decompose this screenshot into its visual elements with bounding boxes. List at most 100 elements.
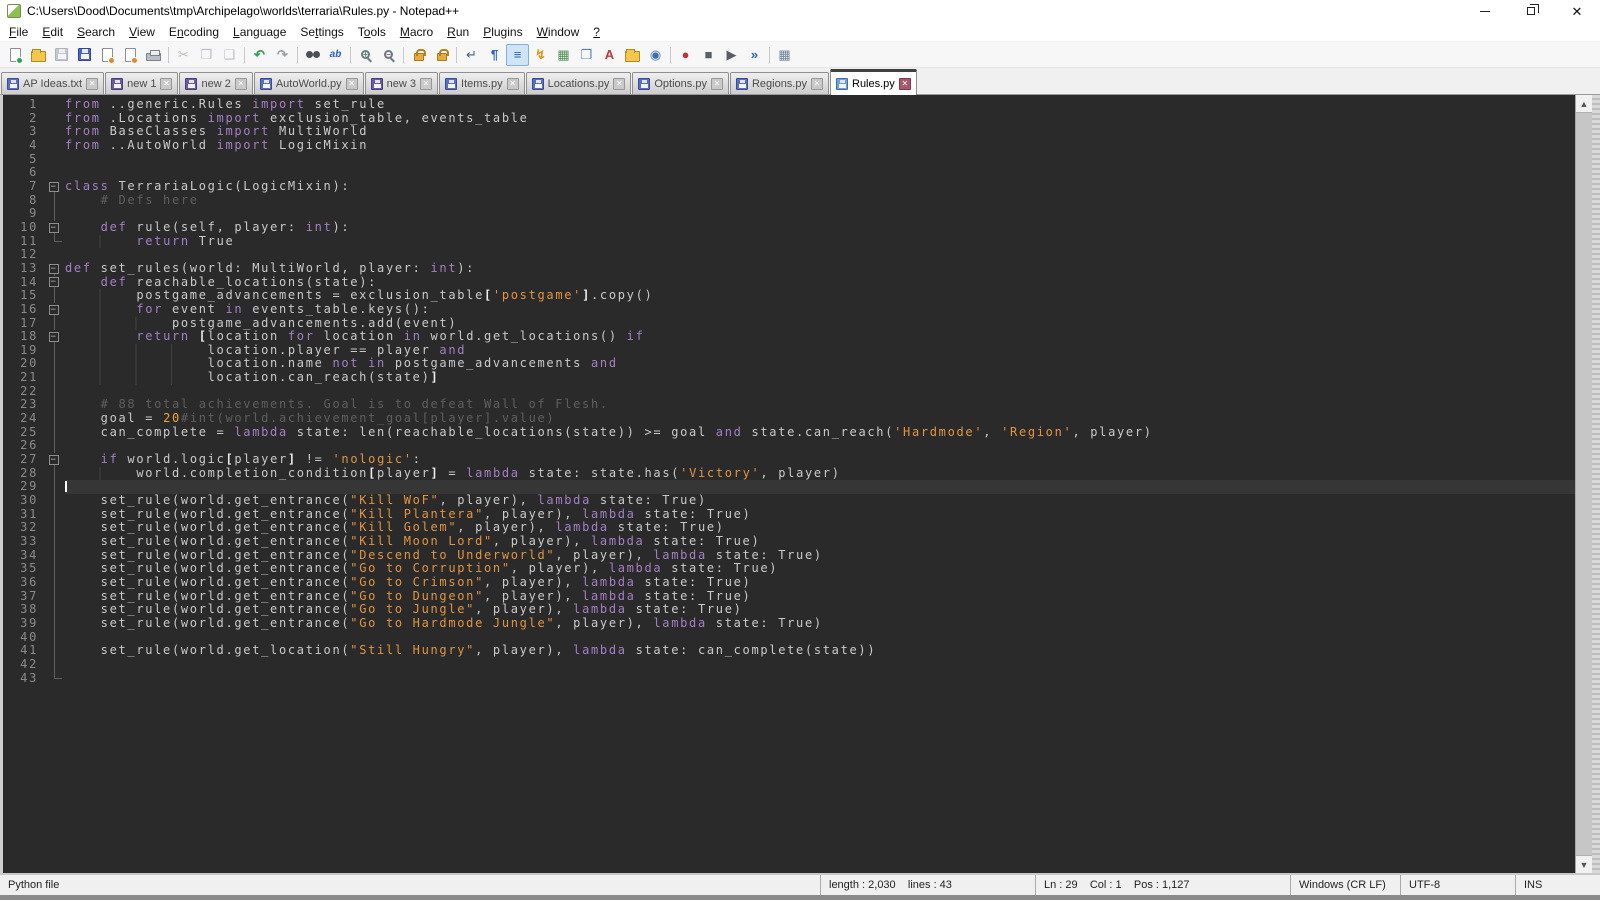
close-file-icon[interactable] <box>96 44 119 66</box>
line-number: 19 <box>3 344 45 358</box>
close-all-icon[interactable] <box>119 44 142 66</box>
menu-file[interactable]: File <box>2 23 35 41</box>
tab-close-icon[interactable]: ✕ <box>420 78 432 90</box>
tab-autoworld-py[interactable]: AutoWorld.py✕ <box>254 72 364 94</box>
code-line-text: def set_rules(world: MultiWorld, player:… <box>65 262 1575 276</box>
menu-edit[interactable]: Edit <box>35 23 70 41</box>
macro-stop-icon[interactable]: ■ <box>697 44 720 66</box>
tab-close-icon[interactable]: ✕ <box>507 78 519 90</box>
tab-rules-py[interactable]: Rules.py✕ <box>830 69 917 95</box>
print-icon[interactable] <box>142 44 165 66</box>
open-file-icon[interactable] <box>27 44 50 66</box>
menu-window[interactable]: Window <box>530 23 587 41</box>
scroll-down-arrow-icon[interactable]: ▼ <box>1576 856 1592 873</box>
save-all-icon[interactable] <box>73 44 96 66</box>
monitor-icon[interactable]: ◉ <box>644 44 667 66</box>
status-eol-format[interactable]: Windows (CR LF) <box>1290 875 1400 895</box>
undo-icon[interactable]: ↶ <box>248 44 271 66</box>
tab-new-3[interactable]: new 3✕ <box>365 72 438 94</box>
fold-collapse-icon[interactable]: − <box>45 276 65 290</box>
tab-new-1[interactable]: new 1✕ <box>105 72 178 94</box>
menu-search[interactable]: Search <box>70 23 122 41</box>
menu-tools[interactable]: Tools <box>351 23 393 41</box>
fold-collapse-icon[interactable]: − <box>45 262 65 276</box>
sync-vertical-scroll-icon[interactable] <box>407 44 430 66</box>
scroll-up-arrow-icon[interactable]: ▲ <box>1576 95 1592 112</box>
tab-close-icon[interactable]: ✕ <box>711 78 723 90</box>
code-line-text: set_rule(world.get_entrance("Go to Dunge… <box>65 590 1575 604</box>
find-icon[interactable] <box>301 44 324 66</box>
menu-macro[interactable]: Macro <box>393 23 440 41</box>
fold-collapse-icon[interactable]: − <box>45 303 65 317</box>
tab-items-py[interactable]: Items.py ✕ <box>439 72 525 94</box>
function-list-icon[interactable]: ↯ <box>529 44 552 66</box>
menu-?[interactable]: ? <box>586 23 607 41</box>
document-map-icon[interactable]: ▦ <box>552 44 575 66</box>
fold-collapse-icon[interactable]: − <box>45 330 65 344</box>
fold-margin <box>45 98 65 112</box>
tab-options-py[interactable]: Options.py✕ <box>632 72 729 94</box>
zoom-in-icon[interactable]: + <box>354 44 377 66</box>
code-line-text: set_rule(world.get_entrance("Go to Corru… <box>65 562 1575 576</box>
show-indent-guide-icon[interactable]: ≡ <box>506 44 529 66</box>
fold-collapse-icon[interactable]: − <box>45 180 65 194</box>
text-editor[interactable]: 1from ..generic.Rules import set_rule2fr… <box>3 95 1575 873</box>
menu-view[interactable]: View <box>122 23 162 41</box>
macro-save-icon[interactable]: ▦ <box>773 44 796 66</box>
line-number: 43 <box>3 672 45 686</box>
fold-margin <box>45 125 65 139</box>
show-all-characters-icon[interactable]: ¶ <box>483 44 506 66</box>
code-line-text: for event in events_table.keys(): <box>65 303 1575 317</box>
save-file-icon[interactable] <box>50 44 73 66</box>
menu-run[interactable]: Run <box>440 23 476 41</box>
tab-ap-ideas-txt[interactable]: AP Ideas.txt✕ <box>1 72 104 94</box>
status-typing-mode[interactable]: INS <box>1515 875 1600 895</box>
word-wrap-icon[interactable]: ↵ <box>460 44 483 66</box>
close-button[interactable]: ✕ <box>1554 0 1600 22</box>
new-file-icon[interactable] <box>4 44 27 66</box>
tab-close-icon[interactable]: ✕ <box>811 78 823 90</box>
tab-close-icon[interactable]: ✕ <box>613 78 625 90</box>
tab-close-icon[interactable]: ✕ <box>160 78 172 90</box>
line-number: 29 <box>3 480 45 494</box>
tab-regions-py[interactable]: Regions.py✕ <box>730 72 829 94</box>
macro-record-icon[interactable]: ● <box>674 44 697 66</box>
code-line: 42 <box>3 658 1575 672</box>
fold-collapse-icon[interactable]: − <box>45 221 65 235</box>
macro-play-icon[interactable]: ▶ <box>720 44 743 66</box>
copy-icon[interactable]: ❐ <box>195 44 218 66</box>
tab-close-icon[interactable]: ✕ <box>346 78 358 90</box>
fold-collapse-icon[interactable]: − <box>45 453 65 467</box>
paste-icon[interactable]: ❑ <box>218 44 241 66</box>
tab-label: Items.py <box>461 78 503 90</box>
redo-icon[interactable]: ↷ <box>271 44 294 66</box>
restore-button[interactable] <box>1508 0 1554 22</box>
document-list-icon[interactable]: ❒ <box>575 44 598 66</box>
minimize-button[interactable] <box>1462 0 1508 22</box>
code-line-text: # 88 total achievements. Goal is to defe… <box>65 398 1575 412</box>
fold-margin <box>45 357 65 371</box>
line-number: 9 <box>3 207 45 221</box>
tab-close-icon[interactable]: ✕ <box>235 78 247 90</box>
line-number: 8 <box>3 194 45 208</box>
vertical-scrollbar[interactable]: ▲ ▼ <box>1575 95 1592 873</box>
scrollbar-thumb[interactable] <box>1576 112 1592 856</box>
status-encoding[interactable]: UTF-8 <box>1400 875 1515 895</box>
replace-icon[interactable]: ab <box>324 44 347 66</box>
menu-plugins[interactable]: Plugins <box>476 23 529 41</box>
zoom-out-icon[interactable]: − <box>377 44 400 66</box>
menu-encoding[interactable]: Encoding <box>162 23 226 41</box>
code-line-text: from BaseClasses import MultiWorld <box>65 125 1575 139</box>
cut-icon[interactable]: ✂ <box>172 44 195 66</box>
tab-close-icon[interactable]: ✕ <box>899 78 911 90</box>
tab-close-icon[interactable]: ✕ <box>86 78 98 90</box>
document-switcher-icon[interactable]: A <box>598 44 621 66</box>
menu-settings[interactable]: Settings <box>293 23 350 41</box>
folder-as-workspace-icon[interactable] <box>621 44 644 66</box>
macro-run-multiple-icon[interactable]: » <box>743 44 766 66</box>
menu-language[interactable]: Language <box>226 23 293 41</box>
tab-locations-py[interactable]: Locations.py✕ <box>526 72 632 94</box>
sync-horizontal-scroll-icon[interactable] <box>430 44 453 66</box>
code-line-text: from ..generic.Rules import set_rule <box>65 98 1575 112</box>
tab-new-2[interactable]: new 2✕ <box>179 72 252 94</box>
